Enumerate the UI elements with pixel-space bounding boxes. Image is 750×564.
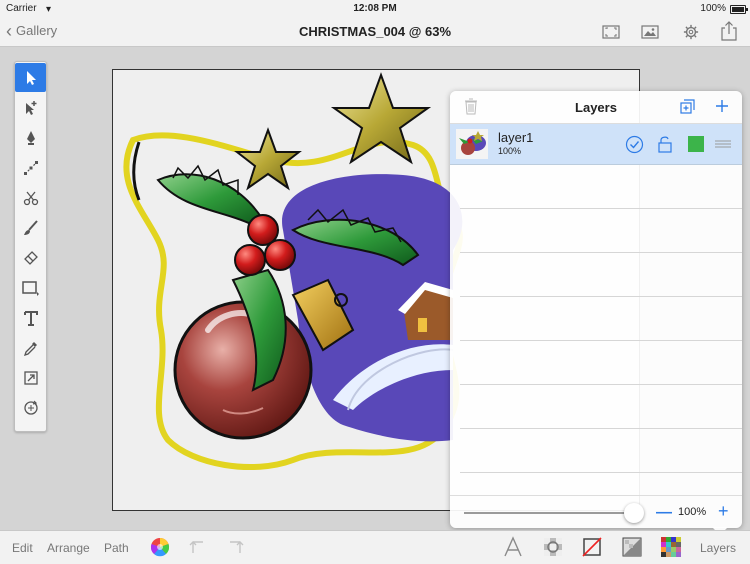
rotate-icon [23,400,38,415]
pen-tool[interactable] [15,123,46,152]
layer-thumbnail [456,129,488,159]
ornament-ball [173,300,313,440]
stroke-style-icon[interactable] [581,536,603,558]
eyedropper-icon [23,341,37,356]
node-edit-tool[interactable] [15,153,46,182]
select-tool[interactable] [15,63,46,92]
eraser-icon [23,250,38,265]
text-style-icon[interactable] [502,536,524,558]
node-line-icon [23,160,38,175]
duplicate-layer-icon[interactable] [680,99,695,114]
share-icon[interactable] [720,21,738,41]
direct-select-tool[interactable] [15,93,46,122]
zoom-in-button[interactable]: + [718,501,729,522]
text-tool[interactable] [15,303,46,332]
document-title: CHRISTMAS_004 @ 63% [298,24,452,39]
eyedropper-tool[interactable] [15,333,46,362]
layers-button[interactable]: Layers [700,541,736,555]
color-palette-icon[interactable] [660,536,682,558]
zoom-slider-thumb[interactable] [624,503,644,523]
color-wheel-icon[interactable] [149,536,171,558]
pivot-tool[interactable] [15,393,46,422]
berry [264,239,296,271]
brush-icon [23,219,38,235]
empty-row-divider [460,340,742,341]
node-select-icon [25,100,36,115]
small-star [234,127,302,191]
clock: 12:08 PM [353,3,397,14]
opacity-icon[interactable] [621,536,643,558]
zoom-out-button[interactable]: — [656,504,672,522]
empty-row-divider [460,472,742,473]
empty-row-divider [460,252,742,253]
berry [234,244,266,276]
arrange-menu-button[interactable]: Arrange [47,541,90,555]
image-icon[interactable] [641,24,659,40]
path-menu-button[interactable]: Path [104,541,129,555]
arrow-cursor-icon [26,70,36,85]
text-icon [23,310,38,326]
layers-panel-title: Layers [575,100,617,115]
layer-color-swatch[interactable] [688,136,704,152]
empty-row-divider [460,384,742,385]
zoom-slider-track[interactable] [464,512,634,514]
navigation-bar: ‹ Gallery CHRISTMAS_004 @ 63% [0,18,750,47]
rectangle-icon [21,280,39,296]
brush-tool[interactable] [15,213,46,242]
status-bar: Carrier ▾ 12:08 PM 100% [0,0,750,18]
transform-tool[interactable] [15,363,46,392]
bottom-toolbar: Edit Arrange Path Layers [0,530,750,564]
shape-tool[interactable] [15,273,46,302]
unlock-icon[interactable] [658,135,672,153]
empty-row-divider [460,428,742,429]
add-layer-icon[interactable] [715,99,729,113]
fill-pattern-icon[interactable] [542,536,564,558]
layer-row[interactable]: layer1 100% [450,124,742,165]
gear-icon[interactable] [682,24,700,40]
pen-nib-icon [26,130,35,145]
layers-panel: Layers layer1 100% — 100% + [450,91,742,535]
eraser-tool[interactable] [15,243,46,272]
transform-icon [23,370,38,385]
empty-row-divider [460,208,742,209]
edit-menu-button[interactable]: Edit [12,541,33,555]
layers-panel-header: Layers [450,91,742,124]
layers-panel-footer: — 100% + [450,495,742,529]
layer-name: layer1 [498,130,534,145]
scissors-icon [23,191,38,205]
zoom-percent: 100% [678,506,707,518]
battery-percent: 100% [700,3,726,14]
drag-handle-icon[interactable] [715,140,731,148]
empty-row-divider [460,296,742,297]
layer-opacity: 100% [498,146,522,156]
battery-icon [730,5,748,14]
undo-icon[interactable] [188,536,210,558]
visibility-check-icon[interactable] [625,135,644,154]
redo-icon[interactable] [223,536,245,558]
tools-palette [14,61,47,432]
fullscreen-icon[interactable] [602,24,620,40]
scissors-tool[interactable] [15,183,46,212]
